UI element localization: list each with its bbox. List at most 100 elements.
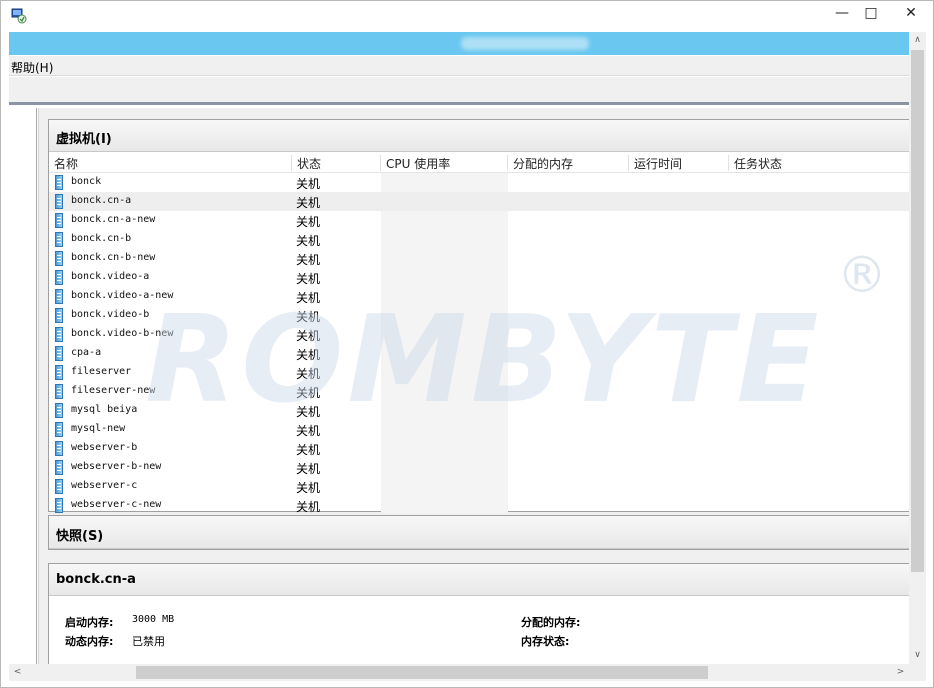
vertical-scroll-thumb[interactable] (911, 50, 924, 572)
vm-row[interactable]: webserver-b 关机 (49, 439, 911, 458)
vm-row[interactable]: bonck.video-b-new 关机 (49, 325, 911, 344)
column-header-name[interactable]: 名称 (49, 155, 292, 171)
vm-row[interactable]: bonck.cn-a-new 关机 (49, 211, 911, 230)
vm-row[interactable]: bonck.video-a-new 关机 (49, 287, 911, 306)
menu-bar: 帮助(H) (9, 56, 909, 76)
vm-name: cpa-a (71, 347, 102, 358)
server-icon (55, 232, 63, 247)
vm-row[interactable]: bonck.video-b 关机 (49, 306, 911, 325)
scroll-up-arrow-icon[interactable]: ∧ (909, 32, 926, 49)
vm-row[interactable]: webserver-c-new 关机 (49, 496, 911, 513)
scroll-left-arrow-icon[interactable]: < (9, 664, 26, 681)
horizontal-scrollbar[interactable]: < > (9, 664, 909, 681)
server-icon (55, 403, 63, 418)
vertical-scrollbar[interactable]: ∧ ∨ (909, 32, 926, 664)
dynamic-memory-value: 已禁用 (132, 635, 165, 648)
vm-name: bonck.cn-b (71, 233, 132, 244)
vm-row[interactable]: bonck 关机 (49, 173, 911, 192)
vm-name: bonck (71, 176, 102, 187)
vm-row[interactable]: webserver-c 关机 (49, 477, 911, 496)
close-button[interactable]: ✕ (889, 1, 933, 27)
assigned-memory-label: 分配的内存: (521, 616, 581, 629)
vm-state: 关机 (296, 443, 321, 457)
server-icon (55, 327, 63, 342)
vm-state: 关机 (296, 253, 321, 267)
vm-name: mysql-new (71, 423, 126, 434)
column-header-memory[interactable]: 分配的内存 (508, 155, 629, 171)
vm-name: bonck.video-b (71, 309, 150, 320)
vm-row[interactable]: bonck.video-a 关机 (49, 268, 911, 287)
navigation-pane[interactable] (9, 108, 37, 664)
vm-state: 关机 (296, 291, 321, 305)
scroll-right-arrow-icon[interactable]: > (892, 664, 909, 681)
column-header-task-status[interactable]: 任务状态 (729, 155, 911, 171)
vm-name: bonck.cn-b-new (71, 252, 156, 263)
vm-row[interactable]: webserver-b-new 关机 (49, 458, 911, 477)
column-header-state[interactable]: 状态 (292, 155, 381, 171)
toolbar (9, 77, 909, 105)
server-icon (55, 365, 63, 380)
vm-name: bonck.video-a (71, 271, 150, 282)
assigned-memory-field: 分配的内存: (521, 614, 580, 630)
vm-state: 关机 (296, 329, 321, 343)
vm-row[interactable]: fileserver-new 关机 (49, 382, 911, 401)
dynamic-memory-label: 动态内存: (65, 635, 114, 648)
vm-state: 关机 (296, 272, 321, 286)
server-icon (55, 460, 63, 475)
vm-panel-title[interactable]: 虚拟机(I) (49, 120, 910, 152)
snapshot-panel: 快照(S) (48, 515, 910, 550)
vm-detail-title: bonck.cn-a (49, 564, 910, 596)
vm-state: 关机 (296, 405, 321, 419)
vm-state: 关机 (296, 348, 321, 362)
server-icon (55, 270, 63, 285)
vm-name: fileserver (71, 366, 132, 377)
server-icon (55, 346, 63, 361)
vm-state: 关机 (296, 481, 321, 495)
vm-state: 关机 (296, 367, 321, 381)
startup-memory-field: 启动内存: 3000 MB (65, 614, 174, 630)
vm-list: bonck 关机 bonck.cn-a 关机 bonck.cn-a-new 关机 bonck… (49, 173, 911, 513)
vm-name: webserver-c (71, 480, 138, 491)
vm-detail-body: 启动内存: 3000 MB 动态内存: 已禁用 分配的内存: 内存状态: (49, 597, 911, 665)
vm-state: 关机 (296, 500, 321, 513)
vm-row[interactable]: cpa-a 关机 (49, 344, 911, 363)
server-icon (55, 289, 63, 304)
horizontal-scroll-thumb[interactable] (136, 666, 708, 679)
scroll-down-arrow-icon[interactable]: ∨ (909, 647, 926, 664)
vm-row[interactable]: mysql-new 关机 (49, 420, 911, 439)
snapshot-panel-title[interactable]: 快照(S) (49, 516, 910, 549)
server-icon (55, 441, 63, 456)
vm-state: 关机 (296, 310, 321, 324)
menu-help[interactable]: 帮助(H) (11, 59, 53, 76)
vm-detail-panel: bonck.cn-a 启动内存: 3000 MB 动态内存: 已禁用 分配的内存… (48, 563, 911, 665)
column-header-uptime[interactable]: 运行时间 (629, 155, 729, 171)
vm-row[interactable]: bonck.cn-b 关机 (49, 230, 911, 249)
vm-name: fileserver-new (71, 385, 156, 396)
startup-memory-label: 启动内存: (65, 616, 114, 629)
title-bar[interactable]: — □ ✕ (1, 1, 933, 31)
memory-status-label: 内存状态: (521, 635, 570, 648)
minimize-button[interactable]: — (827, 1, 857, 27)
vm-row[interactable]: bonck.cn-b-new 关机 (49, 249, 911, 268)
memory-status-field: 内存状态: (521, 633, 569, 649)
vm-name: mysql beiya (71, 404, 138, 415)
vm-state: 关机 (296, 424, 321, 438)
startup-memory-value: 3000 MB (132, 614, 175, 625)
maximize-button[interactable]: □ (856, 1, 886, 27)
vm-state: 关机 (296, 234, 321, 248)
server-icon (55, 384, 63, 399)
vm-row[interactable]: fileserver 关机 (49, 363, 911, 382)
vm-column-headers: 名称 状态 CPU 使用率 分配的内存 运行时间 任务状态 (49, 153, 911, 173)
column-header-cpu[interactable]: CPU 使用率 (381, 155, 508, 171)
vm-row[interactable]: bonck.cn-a 关机 (49, 192, 911, 211)
vm-state: 关机 (296, 462, 321, 476)
vm-state: 关机 (296, 386, 321, 400)
server-icon (55, 251, 63, 266)
vm-name: webserver-b-new (71, 461, 162, 472)
hyper-v-manager-window: — □ ✕ 帮助(H) 虚拟机(I) 名称 状态 CPU 使用率 分配的内存 运… (0, 0, 934, 688)
vm-row[interactable]: mysql beiya 关机 (49, 401, 911, 420)
blurred-title (461, 37, 589, 50)
vm-name: bonck.cn-a (71, 195, 132, 206)
server-icon (55, 422, 63, 437)
vm-name: bonck.video-a-new (71, 290, 174, 301)
